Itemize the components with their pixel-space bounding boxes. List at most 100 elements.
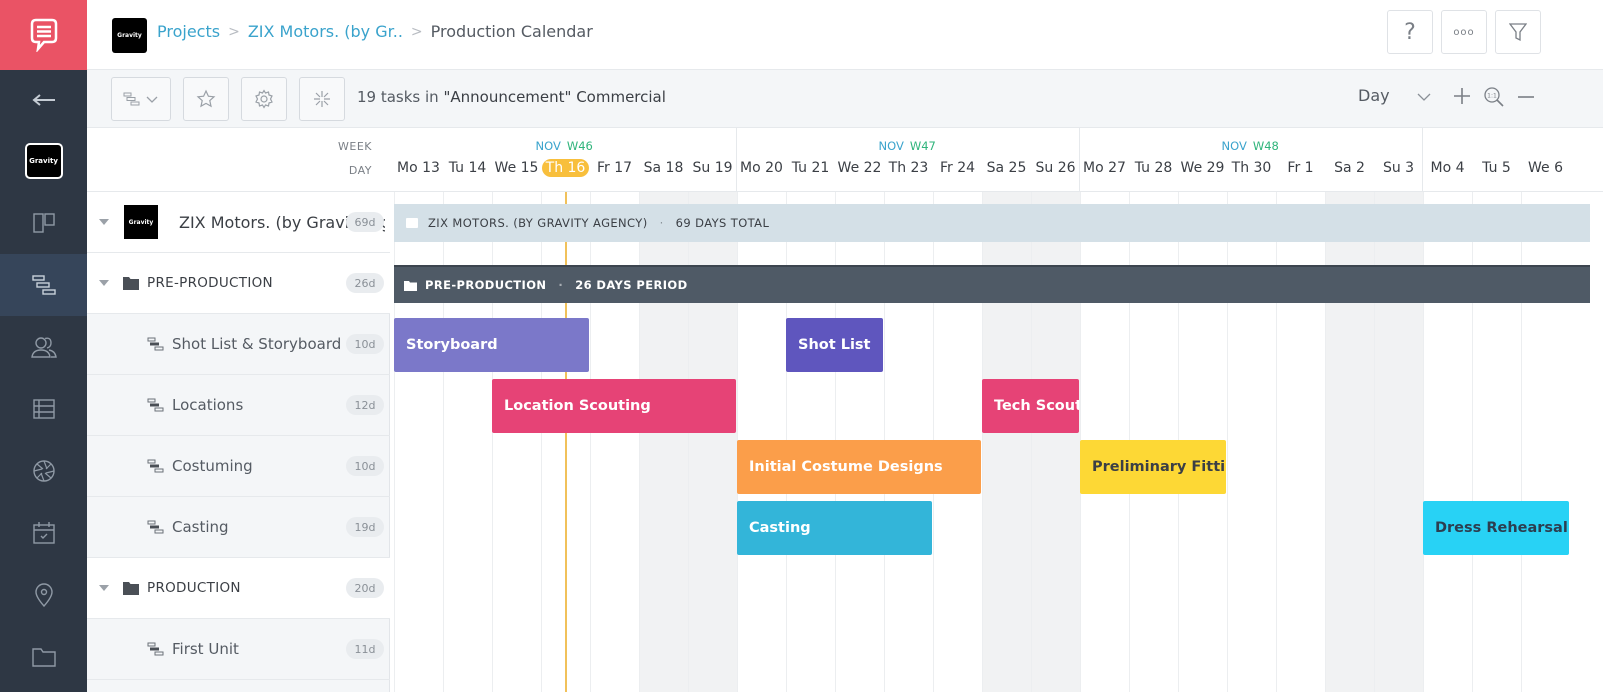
nav-files[interactable]: [0, 626, 87, 688]
task-bar[interactable]: Dress Rehearsal: [1423, 501, 1569, 555]
day-label: Mo 27: [1080, 160, 1129, 176]
zoom-in-icon[interactable]: [1453, 87, 1471, 105]
day-label-text: Sa 25: [986, 160, 1027, 176]
task-bar-label: Storyboard: [406, 337, 498, 353]
bar-title: PRE-PRODUCTION: [425, 278, 547, 292]
task-row[interactable]: Locations 12d: [87, 375, 390, 436]
bar-title: ZIX MOTORS. (BY GRAVITY AGENCY): [428, 216, 648, 230]
nav-list[interactable]: [0, 378, 87, 440]
day-label: Tu 5: [1472, 160, 1521, 176]
breadcrumb-project[interactable]: ZIX Motors. (by Gr..: [248, 22, 403, 41]
breadcrumb: Projects > ZIX Motors. (by Gr.. > Produc…: [157, 22, 593, 41]
task-bar-label: Tech Scout: [994, 398, 1079, 414]
help-button[interactable]: ?: [1387, 10, 1433, 54]
task-bar[interactable]: Initial Costume Designs: [737, 440, 981, 494]
zoom-level-select[interactable]: Day: [1358, 86, 1390, 105]
timeline-header: Mo 13 Tu 14 We 15 Th 16 Fr 17 Sa 18 Su 19 Mo 20…: [390, 128, 1603, 192]
nav-gantt[interactable]: [0, 254, 87, 316]
day-label-text: Tu 14: [448, 160, 487, 176]
day-label-text: We 15: [494, 160, 539, 176]
nav-locations[interactable]: [0, 564, 87, 626]
caret-down-icon[interactable]: [99, 219, 109, 225]
caret-down-icon[interactable]: [99, 585, 109, 591]
task-bar[interactable]: Preliminary Fittings: [1080, 440, 1226, 494]
month-label: NOV: [878, 139, 904, 153]
nav-shots[interactable]: [0, 440, 87, 502]
day-label: Sa 25: [982, 160, 1031, 176]
row-label: PRE-PRODUCTION: [147, 275, 273, 291]
more-button[interactable]: ooo: [1441, 10, 1487, 54]
more-icon: ooo: [1453, 26, 1475, 38]
task-bar[interactable]: Casting: [737, 501, 932, 555]
task-bar[interactable]: Shot List: [786, 318, 883, 372]
chevron-right-icon: >: [410, 23, 423, 40]
filter-button[interactable]: [1495, 10, 1541, 54]
gantt-icon: [123, 92, 140, 106]
day-label: Mo 4: [1423, 160, 1472, 176]
favorite-button[interactable]: [183, 77, 229, 121]
day-label: We 29: [1178, 160, 1227, 176]
bar-info: 26 DAYS PERIOD: [575, 278, 688, 292]
list-header: WEEK DAY: [87, 128, 390, 192]
row-label: First Unit: [172, 640, 239, 658]
star-icon: [196, 89, 216, 108]
nav-board[interactable]: [0, 192, 87, 254]
task-row[interactable]: Costuming 10d: [87, 436, 390, 497]
day-label: Sa 2: [1325, 160, 1374, 176]
project-thumbnail: Gravity: [124, 205, 158, 239]
phase-row[interactable]: PRODUCTION 20d: [87, 558, 390, 619]
zoom-out-icon[interactable]: [1517, 95, 1535, 99]
gantt-icon: [31, 275, 56, 295]
week-separator: [1422, 128, 1423, 191]
project-row[interactable]: GravityZIX Motors. (by Gravity Agency)69…: [87, 192, 390, 253]
project-summary-bar[interactable]: ZIX MOTORS. (BY GRAVITY AGENCY) · 69 DAYS …: [394, 204, 1590, 242]
duration-badge: 26d: [346, 273, 384, 293]
gantt-icon: [147, 520, 164, 534]
calendar-check-icon: [32, 522, 55, 544]
week-label: NOV W47: [879, 139, 936, 153]
view-select-button[interactable]: [111, 77, 171, 121]
task-bar[interactable]: Location Scouting: [492, 379, 736, 433]
nav-back[interactable]: [0, 70, 87, 130]
filter-icon: [1509, 23, 1527, 42]
task-bar[interactable]: Storyboard: [394, 318, 589, 372]
project-thumbnail[interactable]: Gravity: [112, 18, 147, 53]
day-label-text: Mo 13: [397, 160, 440, 176]
task-row[interactable]: Casting 19d: [87, 497, 390, 558]
separator-dot: ·: [659, 216, 664, 230]
day-label-text: Su 19: [692, 160, 733, 176]
gantt-icon: [147, 337, 164, 351]
day-label-text: Tu 5: [1482, 160, 1511, 176]
day-label: DAY: [348, 164, 372, 177]
app-logo[interactable]: [0, 0, 87, 70]
settings-button[interactable]: [241, 77, 287, 121]
nav-team[interactable]: [0, 316, 87, 378]
task-row[interactable]: First Unit 11d: [87, 619, 390, 680]
day-label-text: Mo 20: [740, 160, 783, 176]
day-label: Fr 1: [1276, 160, 1325, 176]
chevron-right-icon: >: [228, 23, 240, 40]
project-color-swatch: [406, 218, 418, 228]
nav-calendar[interactable]: [0, 502, 87, 564]
breadcrumb-projects[interactable]: Projects: [157, 22, 220, 41]
nav-project[interactable]: Gravity: [0, 130, 87, 192]
day-label: Sa 18: [639, 160, 688, 176]
folder-icon: [123, 582, 139, 595]
chevron-down-icon[interactable]: [1417, 92, 1431, 102]
collapse-button[interactable]: [299, 77, 345, 121]
zoom-reset-icon[interactable]: 1:1: [1483, 86, 1505, 108]
task-bar-label: Dress Rehearsal: [1435, 520, 1568, 536]
day-label-text: Su 3: [1382, 160, 1415, 176]
phase-row[interactable]: PRE-PRODUCTION 26d: [87, 253, 390, 314]
list-icon: [32, 399, 55, 419]
collapse-icon: [314, 91, 330, 107]
today-day-label: Th 16: [541, 159, 590, 177]
day-label-text: Th 23: [888, 160, 929, 176]
day-label-text: Sa 18: [643, 160, 684, 176]
task-count-prefix: 19 tasks in: [357, 88, 444, 106]
task-bar[interactable]: Tech Scout: [982, 379, 1079, 433]
caret-down-icon[interactable]: [99, 280, 109, 286]
duration-badge: 19d: [346, 517, 384, 537]
phase-summary-bar[interactable]: PRE-PRODUCTION · 26 DAYS PERIOD: [394, 265, 1590, 303]
task-row[interactable]: Shot List & Storyboard 10d: [87, 314, 390, 375]
